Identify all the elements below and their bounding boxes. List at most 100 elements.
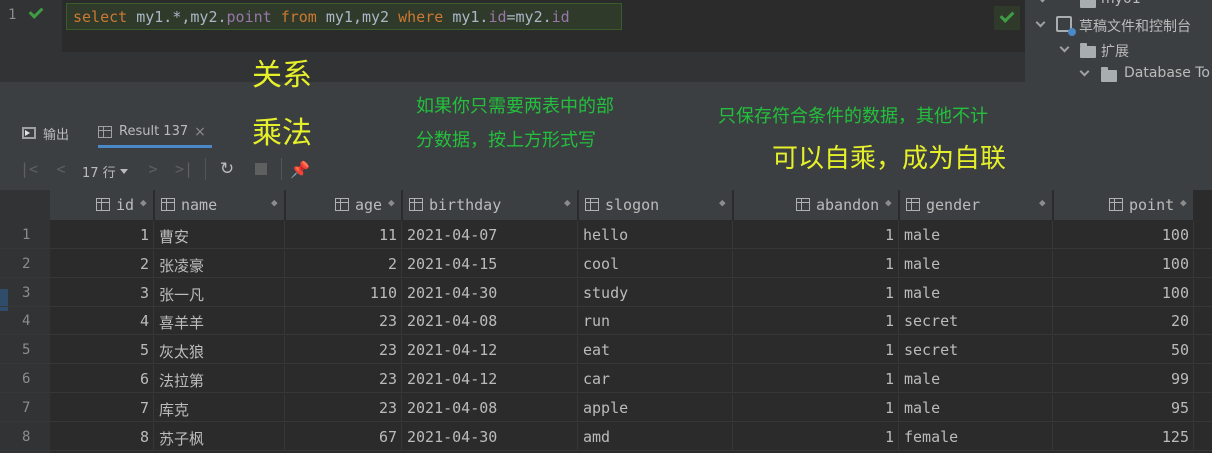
table-row[interactable]: 8 8 苏子枫 67 2021-04-30 amd 1 female 125 xyxy=(0,422,1212,451)
cell-id[interactable]: 1 xyxy=(50,221,154,249)
cell-id[interactable]: 5 xyxy=(50,336,154,365)
table-row[interactable]: 7 7 库克 23 2021-04-08 apple 1 male 95 xyxy=(0,393,1212,422)
cell-gender[interactable]: secret xyxy=(900,336,1053,365)
cell-abandon[interactable]: 1 xyxy=(734,221,899,249)
cell-abandon[interactable]: 1 xyxy=(734,307,899,336)
cell-abandon[interactable]: 1 xyxy=(734,336,899,365)
cell-age[interactable]: 110 xyxy=(286,278,402,307)
sort-icon[interactable]: ◆ xyxy=(271,196,278,209)
column-header-name[interactable]: name ◆ xyxy=(155,190,285,220)
cell-name[interactable]: 库克 xyxy=(155,393,285,422)
cell-abandon[interactable]: 1 xyxy=(734,422,899,451)
close-icon[interactable]: × xyxy=(194,124,206,140)
column-header-gender[interactable]: gender ◆ xyxy=(900,190,1053,220)
cell-age[interactable]: 2 xyxy=(286,249,402,278)
result-grid[interactable]: id ◆ name ◆ age ◆ birthday ◆ slogon ◆ abandon ◆ gend… xyxy=(0,190,1212,453)
cell-id[interactable]: 3 xyxy=(50,278,154,307)
cell-abandon[interactable]: 1 xyxy=(734,278,899,307)
inspection-status[interactable] xyxy=(994,6,1020,30)
cell-name[interactable]: 曹安 xyxy=(155,221,285,249)
cell-age[interactable]: 23 xyxy=(286,307,402,336)
cell-slogon[interactable]: amd xyxy=(579,422,733,451)
cell-gender[interactable]: secret xyxy=(900,307,1053,336)
cell-id[interactable]: 2 xyxy=(50,249,154,278)
pin-icon[interactable]: 📌 xyxy=(289,158,311,180)
cell-abandon[interactable]: 1 xyxy=(734,365,899,393)
column-header-birthday[interactable]: birthday ◆ xyxy=(403,190,578,220)
cell-point[interactable]: 100 xyxy=(1054,221,1194,249)
chevron-down-icon[interactable] xyxy=(1059,42,1070,53)
cell-birthday[interactable]: 2021-04-15 xyxy=(403,249,578,278)
cell-gender[interactable]: male xyxy=(900,393,1053,422)
cell-point[interactable]: 99 xyxy=(1054,365,1194,393)
cell-birthday[interactable]: 2021-04-12 xyxy=(403,365,578,393)
cell-age[interactable]: 67 xyxy=(286,422,402,451)
cell-slogon[interactable]: car xyxy=(579,365,733,393)
table-row[interactable]: 5 5 灰太狼 23 2021-04-12 eat 1 secret 50 xyxy=(0,336,1212,365)
cell-name[interactable]: 张凌豪 xyxy=(155,249,285,278)
tab-result[interactable]: Result 137 × xyxy=(98,118,212,148)
cell-point[interactable]: 95 xyxy=(1054,393,1194,422)
first-page-icon[interactable]: |< xyxy=(18,158,40,180)
cell-gender[interactable]: female xyxy=(900,422,1053,451)
cell-birthday[interactable]: 2021-04-12 xyxy=(403,336,578,365)
table-row[interactable]: 1 1 曹安 11 2021-04-07 hello 1 male 100 xyxy=(0,221,1212,249)
cell-slogon[interactable]: eat xyxy=(579,336,733,365)
sort-icon[interactable]: ◆ xyxy=(1039,196,1046,209)
cell-point[interactable]: 50 xyxy=(1054,336,1194,365)
sql-statement[interactable]: select my1.*,my2.point from my1,my2 wher… xyxy=(73,8,570,26)
sort-icon[interactable]: ◆ xyxy=(885,196,892,209)
next-page-icon[interactable]: > xyxy=(142,158,164,180)
reload-icon[interactable]: ↻ xyxy=(216,158,238,180)
sort-icon[interactable]: ◆ xyxy=(564,196,571,209)
sort-icon[interactable]: ◆ xyxy=(719,196,726,209)
sort-icon[interactable]: ◆ xyxy=(388,196,395,209)
sort-icon[interactable]: ◆ xyxy=(140,196,147,209)
cell-gender[interactable]: male xyxy=(900,221,1053,249)
cell-id[interactable]: 8 xyxy=(50,422,154,451)
cell-age[interactable]: 23 xyxy=(286,393,402,422)
cell-name[interactable]: 苏子枫 xyxy=(155,422,285,451)
table-row[interactable]: 6 6 法拉第 23 2021-04-12 car 1 male 99 xyxy=(0,365,1212,393)
sql-editor[interactable]: 1 select my1.*,my2.point from my1,my2 wh… xyxy=(0,0,1025,52)
cell-age[interactable]: 23 xyxy=(286,336,402,365)
chevron-down-icon[interactable] xyxy=(1037,0,1048,3)
chevron-down-icon[interactable] xyxy=(1079,66,1090,77)
table-row[interactable]: 3 3 张一凡 110 2021-04-30 study 1 male 100 xyxy=(0,278,1212,307)
cell-birthday[interactable]: 2021-04-30 xyxy=(403,278,578,307)
cell-age[interactable]: 23 xyxy=(286,365,402,393)
cell-point[interactable]: 100 xyxy=(1054,278,1194,307)
cell-slogon[interactable]: hello xyxy=(579,221,733,249)
cell-abandon[interactable]: 1 xyxy=(734,393,899,422)
cell-name[interactable]: 张一凡 xyxy=(155,278,285,307)
cell-name[interactable]: 法拉第 xyxy=(155,365,285,393)
table-row[interactable]: 4 4 喜羊羊 23 2021-04-08 run 1 secret 20 xyxy=(0,307,1212,336)
cell-slogon[interactable]: run xyxy=(579,307,733,336)
cell-id[interactable]: 7 xyxy=(50,393,154,422)
cell-gender[interactable]: male xyxy=(900,249,1053,278)
cell-name[interactable]: 喜羊羊 xyxy=(155,307,285,336)
current-line-highlight[interactable]: select my1.*,my2.point from my1,my2 wher… xyxy=(66,3,622,30)
cell-slogon[interactable]: apple xyxy=(579,393,733,422)
cell-birthday[interactable]: 2021-04-08 xyxy=(403,393,578,422)
cell-birthday[interactable]: 2021-04-07 xyxy=(403,221,578,249)
cell-point[interactable]: 125 xyxy=(1054,422,1194,451)
row-count-dropdown[interactable]: 17 行 xyxy=(82,160,128,182)
column-header-id[interactable]: id ◆ xyxy=(50,190,154,220)
last-page-icon[interactable]: >| xyxy=(172,158,196,180)
cell-abandon[interactable]: 1 xyxy=(734,249,899,278)
project-tree[interactable]: my01 草稿文件和控制台 扩展 Database To xyxy=(1025,0,1212,84)
table-row[interactable]: 2 2 张凌豪 2 2021-04-15 cool 1 male 100 xyxy=(0,249,1212,278)
tab-output[interactable]: 输出 xyxy=(22,118,69,148)
cell-id[interactable]: 6 xyxy=(50,365,154,393)
chevron-down-icon[interactable] xyxy=(1035,17,1046,28)
cell-slogon[interactable]: study xyxy=(579,278,733,307)
cell-birthday[interactable]: 2021-04-30 xyxy=(403,422,578,451)
cell-gender[interactable]: male xyxy=(900,278,1053,307)
cell-point[interactable]: 100 xyxy=(1054,249,1194,278)
cell-age[interactable]: 11 xyxy=(286,221,402,249)
column-header-abandon[interactable]: abandon ◆ xyxy=(734,190,899,220)
cell-point[interactable]: 20 xyxy=(1054,307,1194,336)
cell-id[interactable]: 4 xyxy=(50,307,154,336)
column-header-age[interactable]: age ◆ xyxy=(286,190,402,220)
